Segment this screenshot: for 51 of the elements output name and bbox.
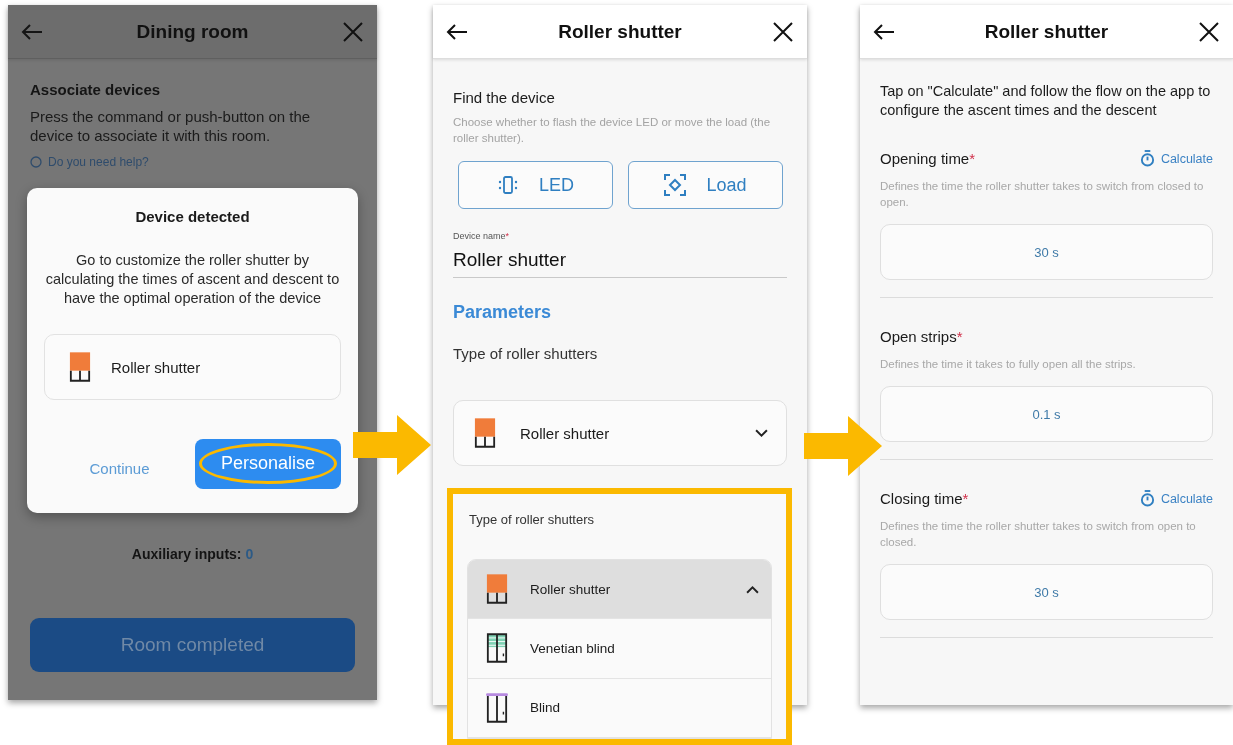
parameter-description: Defines the time it takes to fully open all the strips. xyxy=(880,357,1137,372)
dialog-title: Device detected xyxy=(135,208,250,225)
stopwatch-icon xyxy=(1139,150,1155,167)
section-heading: Associate devices xyxy=(30,81,162,98)
dialog-message: Go to customize the roller shutter by calculating the times of ascent and descent to have the optimal operation of the device xyxy=(45,251,340,308)
blind-icon xyxy=(486,692,508,723)
time-field[interactable]: 30 s xyxy=(880,564,1213,620)
section-heading: Parameters xyxy=(453,302,553,323)
dropdown-option[interactable]: Roller shutter xyxy=(468,560,771,620)
venetian-blind-icon xyxy=(486,633,508,664)
instruction-text: Tap on "Calculate" and follow the flow on the app to configure the ascent times and the descent xyxy=(880,82,1212,120)
parameter-label: Open strips* xyxy=(880,328,964,345)
continue-button[interactable]: Continue xyxy=(44,443,195,493)
target-frame-icon xyxy=(664,174,687,196)
roller-shutter-icon xyxy=(474,418,496,448)
room-completed-button[interactable]: Room completed xyxy=(30,618,355,672)
personalise-button[interactable]: Personalise xyxy=(195,438,341,489)
led-icon xyxy=(497,174,519,196)
close-icon[interactable] xyxy=(771,19,795,44)
close-icon[interactable] xyxy=(1197,19,1221,44)
type-dropdown[interactable]: Roller shutter xyxy=(453,400,787,466)
screen-title: Roller shutter xyxy=(983,20,1110,43)
stopwatch-icon xyxy=(1139,490,1155,507)
roller-shutter-icon xyxy=(486,574,508,605)
calculate-link[interactable]: Calculate xyxy=(1139,490,1213,507)
parameter-label: Opening time* xyxy=(880,150,977,167)
field-label: Type of roller shutters xyxy=(469,512,595,527)
field-label: Type of roller shutters xyxy=(453,345,599,362)
parameter-label: Closing time* xyxy=(880,490,970,507)
screen-title: Roller shutter xyxy=(557,20,683,43)
led-button[interactable]: LED xyxy=(458,161,613,209)
calculate-link[interactable]: Calculate xyxy=(1139,150,1213,167)
auxiliary-inputs-text: Auxiliary inputs: 0 xyxy=(131,546,254,562)
load-button[interactable]: Load xyxy=(628,161,783,209)
parameter-description: Defines the time the roller shutter takes to switch from closed to open. xyxy=(880,179,1205,210)
device-name-field[interactable]: Roller shutter xyxy=(453,249,787,278)
instruction-text: Press the command or push-button on the device to associate it with this room. xyxy=(30,107,312,145)
field-label: Device name* xyxy=(453,231,511,241)
time-field[interactable]: 0.1 s xyxy=(880,386,1213,442)
chevron-down-icon[interactable] xyxy=(755,428,768,438)
device-name: Roller shutter xyxy=(111,358,201,376)
time-field[interactable]: 30 s xyxy=(880,224,1213,280)
hint-text: Choose whether to flash the device LED or move the load (the roller shutter). xyxy=(453,115,772,146)
dropdown-value: Roller shutter xyxy=(520,424,611,442)
roller-shutter-icon xyxy=(69,352,91,382)
help-icon xyxy=(30,156,42,168)
parameter-description: Defines the time the roller shutter takes to switch from open to closed. xyxy=(880,519,1197,550)
screen-title: Dining room xyxy=(135,20,250,43)
section-heading: Find the device xyxy=(453,89,556,106)
chevron-up-icon[interactable] xyxy=(746,584,759,594)
device-card[interactable]: Roller shutter xyxy=(44,334,341,400)
